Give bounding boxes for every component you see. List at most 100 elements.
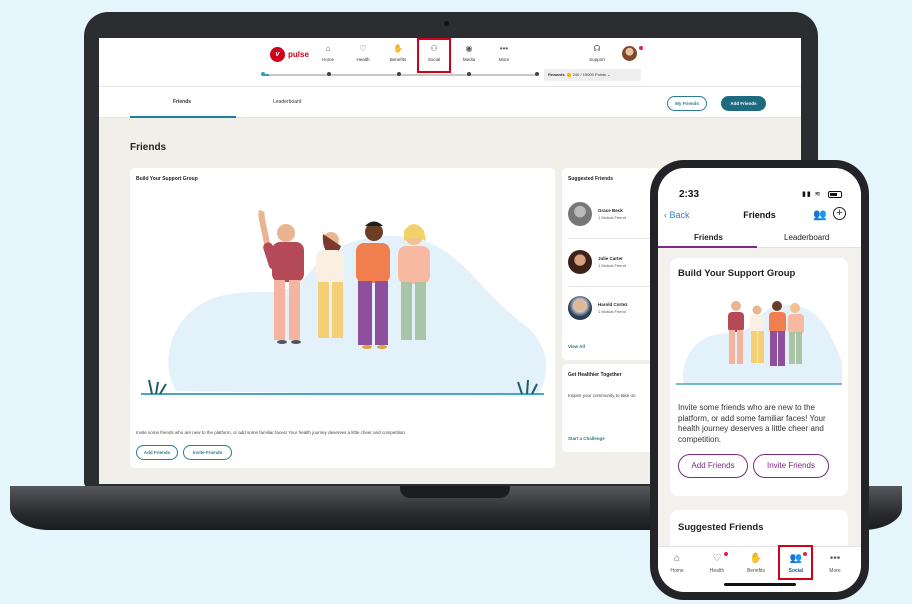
notification-dot <box>724 552 728 556</box>
page-title: Friends <box>130 142 167 153</box>
battery-icon <box>828 191 842 198</box>
friend-name: Julie Carter <box>598 256 623 261</box>
mutual-count: 1 Mutual Friend <box>598 309 626 314</box>
friend-name: Harold Cortez <box>598 302 628 307</box>
card-title: Build Your Support Group <box>678 268 796 279</box>
friends-group-illustration <box>676 301 842 385</box>
heart-icon: ♡ <box>359 44 367 53</box>
healthier-text: Inspire your community to take on <box>568 393 636 398</box>
laptop-notch <box>400 486 510 498</box>
virgin-pulse-logo[interactable]: v pulse <box>270 47 309 62</box>
nav-label: Home <box>670 568 684 574</box>
bottom-nav-more[interactable]: ••• More <box>818 552 852 574</box>
laptop-camera <box>444 21 449 26</box>
suggested-friend-item[interactable]: Harold Cortez 1 Mutual Friend <box>568 296 650 326</box>
heart-icon: ♡ <box>712 553 722 564</box>
active-tab-underline <box>130 116 236 118</box>
social-highlight-box <box>778 545 813 580</box>
progress-marker <box>327 72 331 76</box>
invite-friends-button[interactable]: Invite Friends <box>753 454 829 478</box>
tab-leaderboard[interactable]: Leaderboard <box>784 233 829 242</box>
my-friends-button[interactable]: My Friends <box>667 96 707 111</box>
social-highlight-box <box>417 38 451 73</box>
friends-list-icon[interactable]: 👥 <box>813 208 827 221</box>
nav-home[interactable]: ⌂ Home <box>313 44 343 62</box>
progress-marker <box>535 72 539 76</box>
logo-text: pulse <box>288 50 309 59</box>
friends-subnav: Friends Leaderboard My Friends Add Frien… <box>99 86 801 118</box>
rewards-label: Rewards <box>548 72 565 77</box>
nav-media[interactable]: ◉ Media <box>454 44 484 62</box>
home-indicator <box>724 583 796 586</box>
support-icon: ☊ <box>593 44 601 53</box>
progress-marker <box>397 72 401 76</box>
top-nav-bar: v pulse ⌂ Home ♡ Health ✋ Benefits ⚇ Soc… <box>99 38 801 86</box>
phone-title: Friends <box>743 210 776 220</box>
nav-label: Health <box>709 568 725 574</box>
start-challenge-link[interactable]: Start a Challenge <box>568 436 605 441</box>
phone-header: ‹ Back Friends 👥 + <box>658 204 861 228</box>
nav-benefits[interactable]: ✋ Benefits <box>383 44 413 62</box>
support-card-text: Invite some friends who are new to the p… <box>136 430 407 435</box>
healthier-together-card: Get Healthier Together Inspire your comm… <box>562 364 662 452</box>
nav-health-label: Health <box>356 57 370 62</box>
healthier-title: Get Healthier Together <box>568 372 622 378</box>
mutual-count: 1 Mutual Friend <box>598 263 626 268</box>
status-time: 2:33 <box>679 189 700 200</box>
card-text: Invite some friends who are new to the p… <box>678 403 826 444</box>
bottom-nav-benefits[interactable]: ✋ Benefits <box>739 552 773 574</box>
nav-support[interactable]: ☊ Support <box>582 44 612 62</box>
tab-friends[interactable]: Friends <box>694 233 723 242</box>
friends-group-illustration <box>141 209 546 396</box>
suggested-friend-item[interactable]: Grace Beck 1 Mutual Friend <box>568 202 650 232</box>
nav-media-label: Media <box>462 57 476 62</box>
nav-label: Benefits <box>746 568 766 574</box>
add-friends-button[interactable]: Add Friends <box>136 445 178 460</box>
virgin-logo-icon: v <box>270 47 285 62</box>
nav-more-label: More <box>498 57 510 62</box>
nav-home-label: Home <box>321 57 334 62</box>
benefits-icon: ✋ <box>393 44 403 53</box>
signal-icon: ▮▮ ≋ <box>802 191 822 198</box>
notification-dot <box>639 46 643 50</box>
nav-benefits-label: Benefits <box>389 57 407 62</box>
support-group-card: Build Your Support Group Invite some fri… <box>670 258 848 496</box>
nav-health[interactable]: ♡ Health <box>348 44 378 62</box>
rewards-points-dropdown[interactable]: Rewards 240 / 19000 Points ⌄ <box>544 69 641 81</box>
add-friends-button[interactable]: Add Friends <box>678 454 748 478</box>
suggested-title: Suggested Friends <box>678 522 764 533</box>
profile-avatar[interactable] <box>622 46 637 61</box>
progress-marker <box>261 72 265 76</box>
tab-friends[interactable]: Friends <box>173 99 191 105</box>
benefits-icon: ✋ <box>749 553 763 564</box>
invite-friends-button[interactable]: Invite Friends <box>183 445 232 460</box>
mutual-count: 1 Mutual Friend <box>598 215 626 220</box>
suggested-friend-item[interactable]: Julie Carter 1 Mutual Friend <box>568 250 650 280</box>
support-group-card: Build Your Support Group Invite some fri… <box>130 168 555 468</box>
bottom-nav-health[interactable]: ♡ Health <box>700 552 734 574</box>
nav-more[interactable]: ••• More <box>489 44 519 62</box>
bottom-nav-home[interactable]: ⌂ Home <box>660 552 694 574</box>
coin-icon <box>566 72 571 77</box>
avatar <box>568 250 592 274</box>
tab-leaderboard[interactable]: Leaderboard <box>273 99 301 105</box>
support-card-title: Build Your Support Group <box>136 176 198 182</box>
active-tab-underline <box>658 246 757 248</box>
view-all-link[interactable]: View All <box>568 344 585 349</box>
more-icon: ••• <box>829 553 841 564</box>
add-friends-button[interactable]: Add Friends <box>721 96 766 111</box>
nav-support-label: Support <box>589 57 605 62</box>
add-icon[interactable]: + <box>833 207 846 220</box>
nav-label: More <box>829 568 841 574</box>
home-icon: ⌂ <box>325 44 331 53</box>
avatar <box>568 296 592 320</box>
avatar <box>568 202 592 226</box>
suggested-title: Suggested Friends <box>568 176 614 182</box>
more-icon: ••• <box>499 44 509 53</box>
rewards-points: 240 / 19000 Points <box>572 72 607 77</box>
friend-name: Grace Beck <box>598 208 623 213</box>
progress-marker <box>467 72 471 76</box>
divider <box>568 286 650 287</box>
phone-screen: 2:33 ▮▮ ≋ ‹ Back Friends 👥 + Friends Lea… <box>658 168 861 592</box>
phone-tabs: Friends Leaderboard <box>658 228 861 248</box>
